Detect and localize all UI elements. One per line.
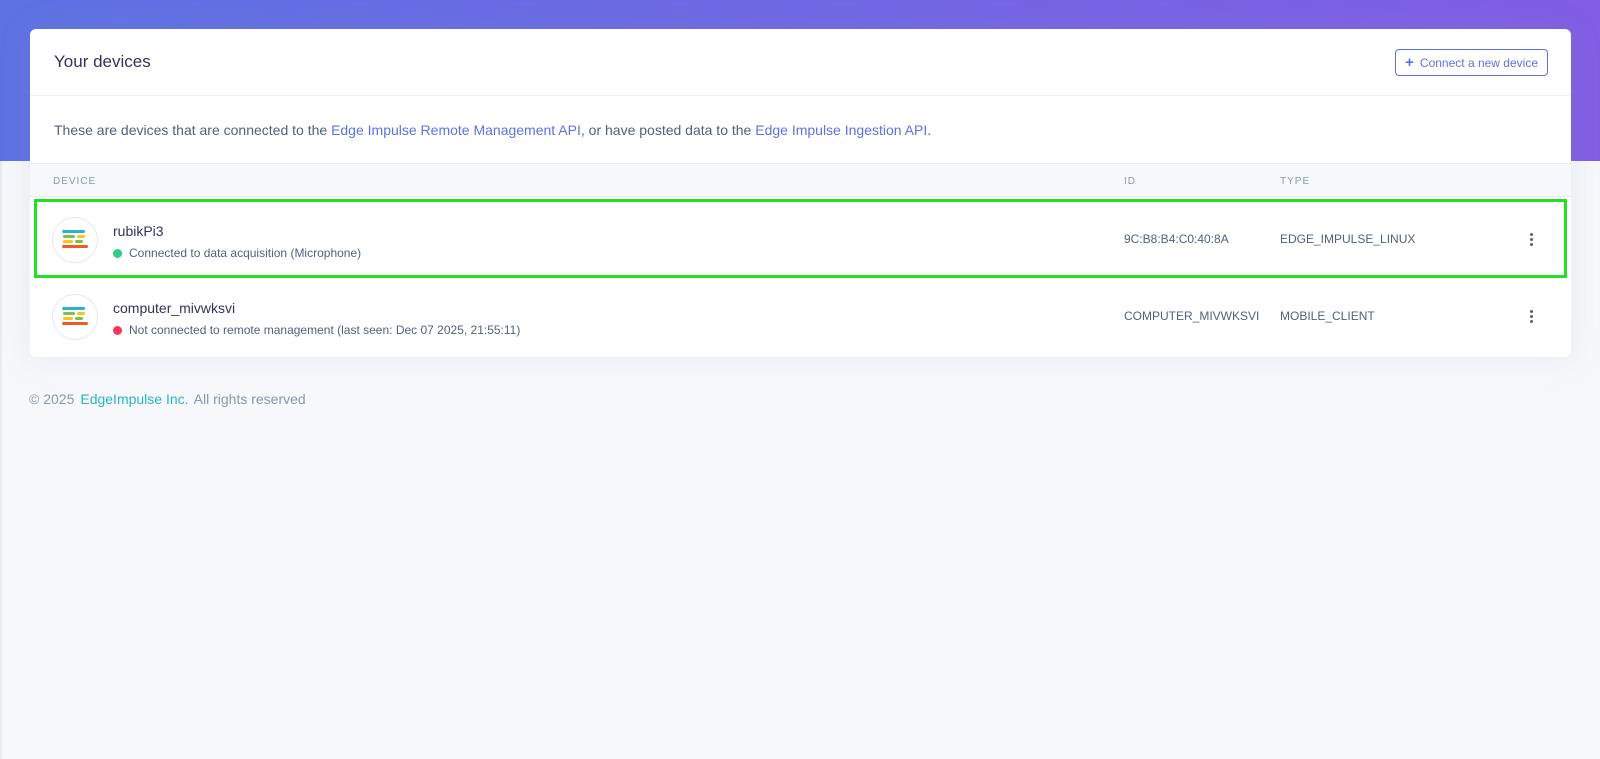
ingestion-api-link[interactable]: Edge Impulse Ingestion API (755, 122, 927, 138)
device-type: EDGE_IMPULSE_LINUX (1280, 232, 1416, 246)
kebab-menu-icon[interactable] (1523, 227, 1539, 251)
device-type: MOBILE_CLIENT (1280, 309, 1375, 323)
status-dot-icon (113, 325, 122, 335)
device-status-text: Not connected to remote management (last… (129, 323, 521, 337)
device-id: 9C:B8:B4:C0:40:8A (1124, 232, 1229, 246)
device-name[interactable]: rubikPi3 (113, 223, 164, 239)
card-description: These are devices that are connected to … (30, 96, 1571, 163)
footer-copyright: © 2025 (29, 391, 75, 407)
status-dot-icon (113, 248, 122, 258)
card-header: Your devices + Connect a new device (30, 29, 1571, 96)
table-row[interactable]: computer_mivwksvi Not connected to remot… (30, 278, 1571, 355)
device-status: Not connected to remote management (last… (113, 323, 520, 337)
devices-card: Your devices + Connect a new device Thes… (30, 29, 1571, 357)
edge-impulse-logo-icon (62, 306, 88, 326)
column-header-device: DEVICE (53, 176, 97, 187)
column-header-id: ID (1124, 176, 1136, 187)
kebab-menu-icon[interactable] (1523, 304, 1539, 328)
device-avatar (52, 217, 98, 263)
plus-icon: + (1405, 54, 1414, 71)
remote-management-api-link[interactable]: Edge Impulse Remote Management API (331, 122, 581, 138)
device-name[interactable]: computer_mivwksvi (113, 300, 235, 316)
description-suffix: . (927, 121, 932, 138)
footer-rights: All rights reserved (193, 391, 306, 407)
description-prefix: These are devices that are connected to … (54, 121, 328, 138)
device-avatar (52, 294, 98, 340)
card-title: Your devices (54, 52, 151, 71)
device-status: Connected to data acquisition (Microphon… (113, 246, 361, 260)
footer-company-link[interactable]: EdgeImpulse Inc. (80, 391, 188, 407)
connect-button-label: Connect a new device (1419, 55, 1538, 70)
table-header: DEVICE ID TYPE (30, 163, 1571, 197)
connect-new-device-button[interactable]: + Connect a new device (1395, 49, 1548, 76)
device-status-text: Connected to data acquisition (Microphon… (129, 246, 362, 260)
device-id: COMPUTER_MIVWKSVI (1124, 309, 1260, 323)
table-row[interactable]: rubikPi3 Connected to data acquisition (… (34, 199, 1567, 278)
description-middle: , or have posted data to the (580, 121, 752, 138)
edge-impulse-logo-icon (62, 229, 88, 249)
column-header-type: TYPE (1280, 176, 1311, 187)
footer: © 2025 EdgeImpulse Inc. All rights reserv… (29, 391, 306, 407)
